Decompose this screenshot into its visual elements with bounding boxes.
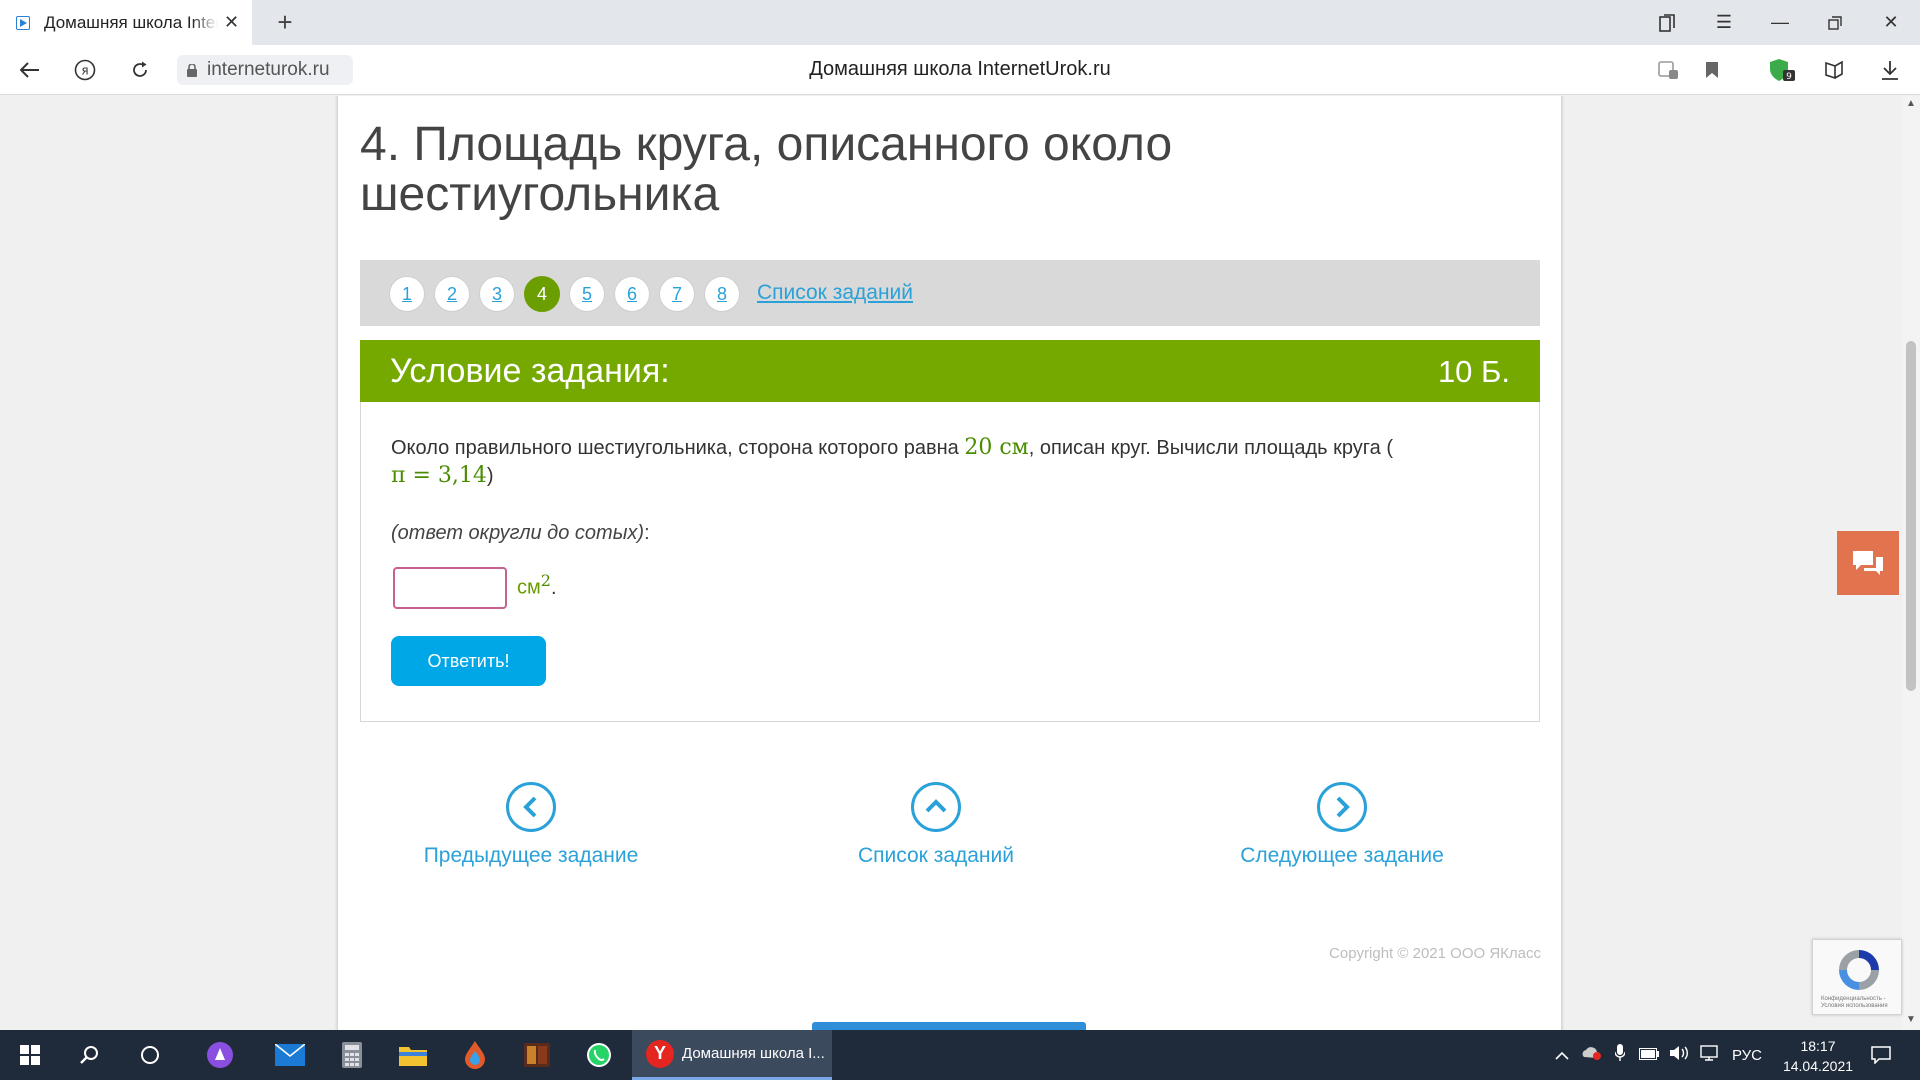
address-page-title: Домашняя школа InternetUrok.ru <box>809 58 1111 80</box>
mail-icon[interactable] <box>265 1030 315 1080</box>
next-task-link[interactable]: Следующее задание <box>1192 782 1492 868</box>
taskbar-browser-label: Домашняя школа I... <box>682 1045 825 1062</box>
rounding-hint: (ответ округли до сотых): <box>391 522 650 545</box>
recaptcha-icon <box>1839 950 1879 990</box>
protect-shield-icon[interactable]: 9 <box>1762 45 1802 95</box>
clock-time: 18:17 <box>1800 1038 1836 1054</box>
page-scrollbar[interactable]: ▲ ▼ <box>1902 96 1920 1030</box>
task-statement: Около правильного шестиугольника, сторон… <box>391 434 1511 490</box>
prev-task-label: Предыдущее задание <box>423 844 639 867</box>
downloads-badge: 9 <box>1786 72 1792 82</box>
browser-tab[interactable]: Домашняя школа InternetUrok.ru ✕ <box>0 0 252 45</box>
page-button-3[interactable]: 3 <box>479 276 515 312</box>
calculator-icon[interactable] <box>327 1030 377 1080</box>
tab-title: Домашняя школа InternetUrok.ru <box>44 12 218 32</box>
tray-expand-icon[interactable] <box>1548 1047 1576 1064</box>
close-window-icon[interactable]: ✕ <box>1864 0 1918 45</box>
task-pager: 1 2 3 4 5 6 7 8 Список заданий <box>360 260 1540 326</box>
scroll-up-icon[interactable]: ▲ <box>1906 98 1916 109</box>
answer-input[interactable] <box>393 567 507 609</box>
lesson-title: 4. Площадь круга, описанного около шести… <box>360 118 1173 221</box>
close-tab-icon[interactable]: ✕ <box>224 12 239 33</box>
reader-icon[interactable] <box>1648 45 1688 95</box>
page-button-8[interactable]: 8 <box>704 276 740 312</box>
page-button-1[interactable]: 1 <box>389 276 425 312</box>
page-button-5[interactable]: 5 <box>569 276 605 312</box>
bookmark-icon[interactable] <box>1692 45 1732 95</box>
unit-text: см <box>517 576 541 599</box>
system-tray: РУС <box>1548 1030 1770 1080</box>
recaptcha-privacy-text[interactable]: Конфиденциальность - Условия использован… <box>1821 996 1897 1010</box>
language-indicator[interactable]: РУС <box>1724 1047 1770 1064</box>
alice-assistant-icon[interactable] <box>195 1030 245 1080</box>
unit-period: . <box>550 576 557 599</box>
page-button-7[interactable]: 7 <box>659 276 695 312</box>
book-app-icon[interactable] <box>512 1030 562 1080</box>
task-points: 10 Б. <box>1437 354 1510 389</box>
prev-task-link[interactable]: Предыдущее задание <box>381 782 681 868</box>
page-viewport: 4. Площадь круга, описанного около шести… <box>0 96 1902 1030</box>
scroll-down-icon[interactable]: ▼ <box>1906 1014 1916 1025</box>
browser-tab-bar: Домашняя школа InternetUrok.ru ✕ + ☰ — ✕ <box>0 0 1920 45</box>
onedrive-error-icon[interactable] <box>1576 1045 1606 1065</box>
new-tab-icon[interactable]: + <box>270 8 300 38</box>
taskbar-browser-app[interactable]: Y Домашняя школа I... <box>632 1030 832 1080</box>
task-list-nav-label: Список заданий <box>857 844 1014 867</box>
search-icon[interactable] <box>64 1030 114 1080</box>
chat-icon <box>1853 551 1883 575</box>
play-favicon-icon <box>16 15 30 30</box>
address-bar: я interneturok.ru Домашняя школа Interne… <box>0 45 1920 95</box>
lesson-card: 4. Площадь круга, описанного около шести… <box>338 96 1561 1030</box>
next-task-label: Следующее задание <box>1240 844 1444 867</box>
answer-unit: см2 <box>517 571 551 600</box>
system-clock[interactable]: 18:17 14.04.2021 <box>1776 1036 1860 1076</box>
submit-answer-button[interactable]: Ответить! <box>391 636 546 686</box>
chevron-left-icon <box>506 782 556 832</box>
volume-icon[interactable] <box>1664 1045 1694 1065</box>
statement-text-1: Около правильного шестиугольника, сторон… <box>391 437 965 459</box>
recaptcha-badge[interactable]: Конфиденциальность - Условия использован… <box>1812 939 1902 1015</box>
notifications-icon[interactable] <box>1856 1030 1906 1080</box>
task-list-link[interactable]: Список заданий <box>757 281 913 305</box>
copyright: Copyright © 2021 ООО ЯКласс <box>1329 945 1541 962</box>
network-icon[interactable] <box>1694 1045 1724 1065</box>
windows-start-icon[interactable] <box>5 1030 55 1080</box>
task-list-nav-link[interactable]: Список заданий <box>786 782 1086 868</box>
chevron-right-icon <box>1317 782 1367 832</box>
windows-taskbar: Y Домашняя школа I... РУС 18:17 14.04.20… <box>0 1030 1920 1080</box>
task-header: Условие задания: 10 Б. <box>360 340 1540 402</box>
bookmarks-panel-icon[interactable] <box>1640 0 1694 45</box>
unit-exponent: 2 <box>540 570 551 590</box>
task-header-label: Условие задания: <box>390 352 670 390</box>
statement-text-3: ) <box>486 465 494 487</box>
page-button-2[interactable]: 2 <box>434 276 470 312</box>
collections-icon[interactable] <box>1814 45 1854 95</box>
bottom-panel-edge <box>812 1022 1086 1030</box>
chevron-up-icon <box>911 782 961 832</box>
clock-date: 14.04.2021 <box>1782 1058 1854 1074</box>
file-explorer-icon[interactable] <box>388 1030 438 1080</box>
scroll-thumb[interactable] <box>1906 341 1916 691</box>
battery-icon[interactable] <box>1634 1047 1664 1064</box>
pi-value: π = 3,14 <box>391 463 487 488</box>
answer-row: см2. <box>393 567 557 609</box>
rounding-hint-colon: : <box>644 522 650 544</box>
page-button-6[interactable]: 6 <box>614 276 650 312</box>
side-length-value: 20 см <box>964 435 1029 460</box>
microphone-icon[interactable] <box>1606 1044 1634 1066</box>
statement-text-2: , описан круг. Вычисли площадь круга ( <box>1028 437 1393 459</box>
whatsapp-icon[interactable] <box>574 1030 624 1080</box>
paint-drop-icon[interactable] <box>450 1030 500 1080</box>
download-icon[interactable] <box>1870 45 1910 95</box>
minimize-icon[interactable]: — <box>1753 0 1807 45</box>
yandex-browser-icon: Y <box>646 1039 674 1068</box>
cortana-icon[interactable] <box>125 1030 175 1080</box>
menu-icon[interactable]: ☰ <box>1697 0 1751 45</box>
task-body: Около правильного шестиугольника, сторон… <box>360 402 1540 722</box>
rounding-hint-text: (ответ округли до сотых) <box>391 522 645 544</box>
page-button-4-active[interactable]: 4 <box>524 276 560 312</box>
chat-button[interactable] <box>1837 531 1899 595</box>
restore-icon[interactable] <box>1808 0 1862 45</box>
